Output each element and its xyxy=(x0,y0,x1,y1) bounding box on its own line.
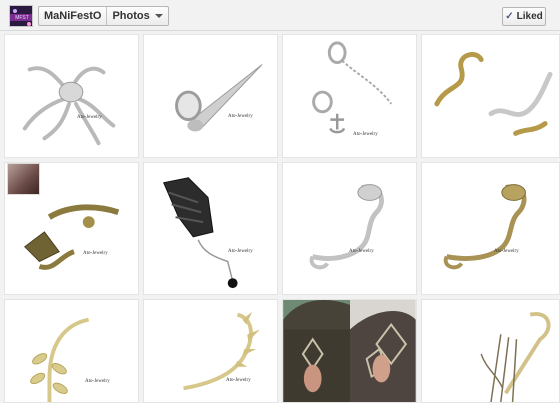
wing-ear-cuff-image xyxy=(163,177,238,289)
page-name-link[interactable]: MaNiFestO xyxy=(39,7,108,25)
page-profile-picture-icon: MFST xyxy=(10,6,32,26)
ear-photo-inset xyxy=(7,163,40,195)
chevron-down-icon xyxy=(154,14,163,18)
photo-grid: Ato-Jewelry Ato-Jewelry Ato-Jewelry Ato-… xyxy=(0,31,560,403)
watermark: Ato-Jewelry xyxy=(494,249,519,254)
anchor-chain-ear-cuff-image xyxy=(312,41,393,134)
photo-thumbnail[interactable]: Ato-Jewelry xyxy=(4,162,139,295)
spike-ear-cuff-image xyxy=(183,311,261,391)
silver-cobra-ear-cuff-image xyxy=(309,184,384,270)
photo-thumbnail[interactable]: Ato-Jewelry xyxy=(143,34,278,158)
checkmark-icon: ✓ xyxy=(505,11,514,22)
liked-button[interactable]: ✓ Liked xyxy=(502,7,546,26)
photo-thumbnail[interactable]: Ato-Jewelry xyxy=(282,162,417,295)
photo-thumbnail[interactable]: Ato-Jewelry xyxy=(143,162,278,295)
svg-text:MFST: MFST xyxy=(15,15,29,21)
photo-thumbnail[interactable]: Ato-Jewelry xyxy=(282,34,417,158)
watermark: Ato-Jewelry xyxy=(353,132,378,137)
photo-thumbnail[interactable]: Ato-Jewelry xyxy=(4,299,139,403)
horn-ear-cuff-image xyxy=(175,64,263,132)
leaf-ear-cuff-image xyxy=(30,317,90,402)
photo-thumbnail[interactable] xyxy=(421,299,560,403)
photo-thumbnail[interactable]: Ato-Jewelry xyxy=(4,34,139,158)
photo-thumbnail[interactable]: Ato-Jewelry xyxy=(143,299,278,403)
octopus-ear-cuff-image xyxy=(22,66,116,146)
snake-ear-cuffs-image xyxy=(434,52,553,136)
watermark: Ato-Jewelry xyxy=(228,114,253,119)
photos-dropdown-label: Photos xyxy=(112,10,150,22)
watermark: Ato-Jewelry xyxy=(77,115,102,120)
gold-cobra-ear-cuff-image xyxy=(443,184,527,270)
worn-leaf-ear-cuff-photo xyxy=(283,300,416,402)
watermark: Ato-Jewelry xyxy=(349,249,374,254)
photo-thumbnail[interactable] xyxy=(421,34,560,158)
watermark: Ato-Jewelry xyxy=(228,249,253,254)
liked-button-label: Liked xyxy=(516,11,543,22)
photo-thumbnail[interactable]: Ato-Jewelry xyxy=(421,162,560,295)
breadcrumb: MaNiFestO Photos xyxy=(38,6,169,26)
page-header: MFST MaNiFestO Photos ✓ Liked xyxy=(0,0,560,31)
page-avatar[interactable]: MFST xyxy=(9,5,33,27)
photos-dropdown[interactable]: Photos xyxy=(107,7,167,25)
watermark: Ato-Jewelry xyxy=(85,379,110,384)
watermark: Ato-Jewelry xyxy=(83,251,108,256)
photo-thumbnail[interactable] xyxy=(282,299,417,403)
chain-ear-cuff-image xyxy=(480,312,551,402)
watermark: Ato-Jewelry xyxy=(226,378,251,383)
